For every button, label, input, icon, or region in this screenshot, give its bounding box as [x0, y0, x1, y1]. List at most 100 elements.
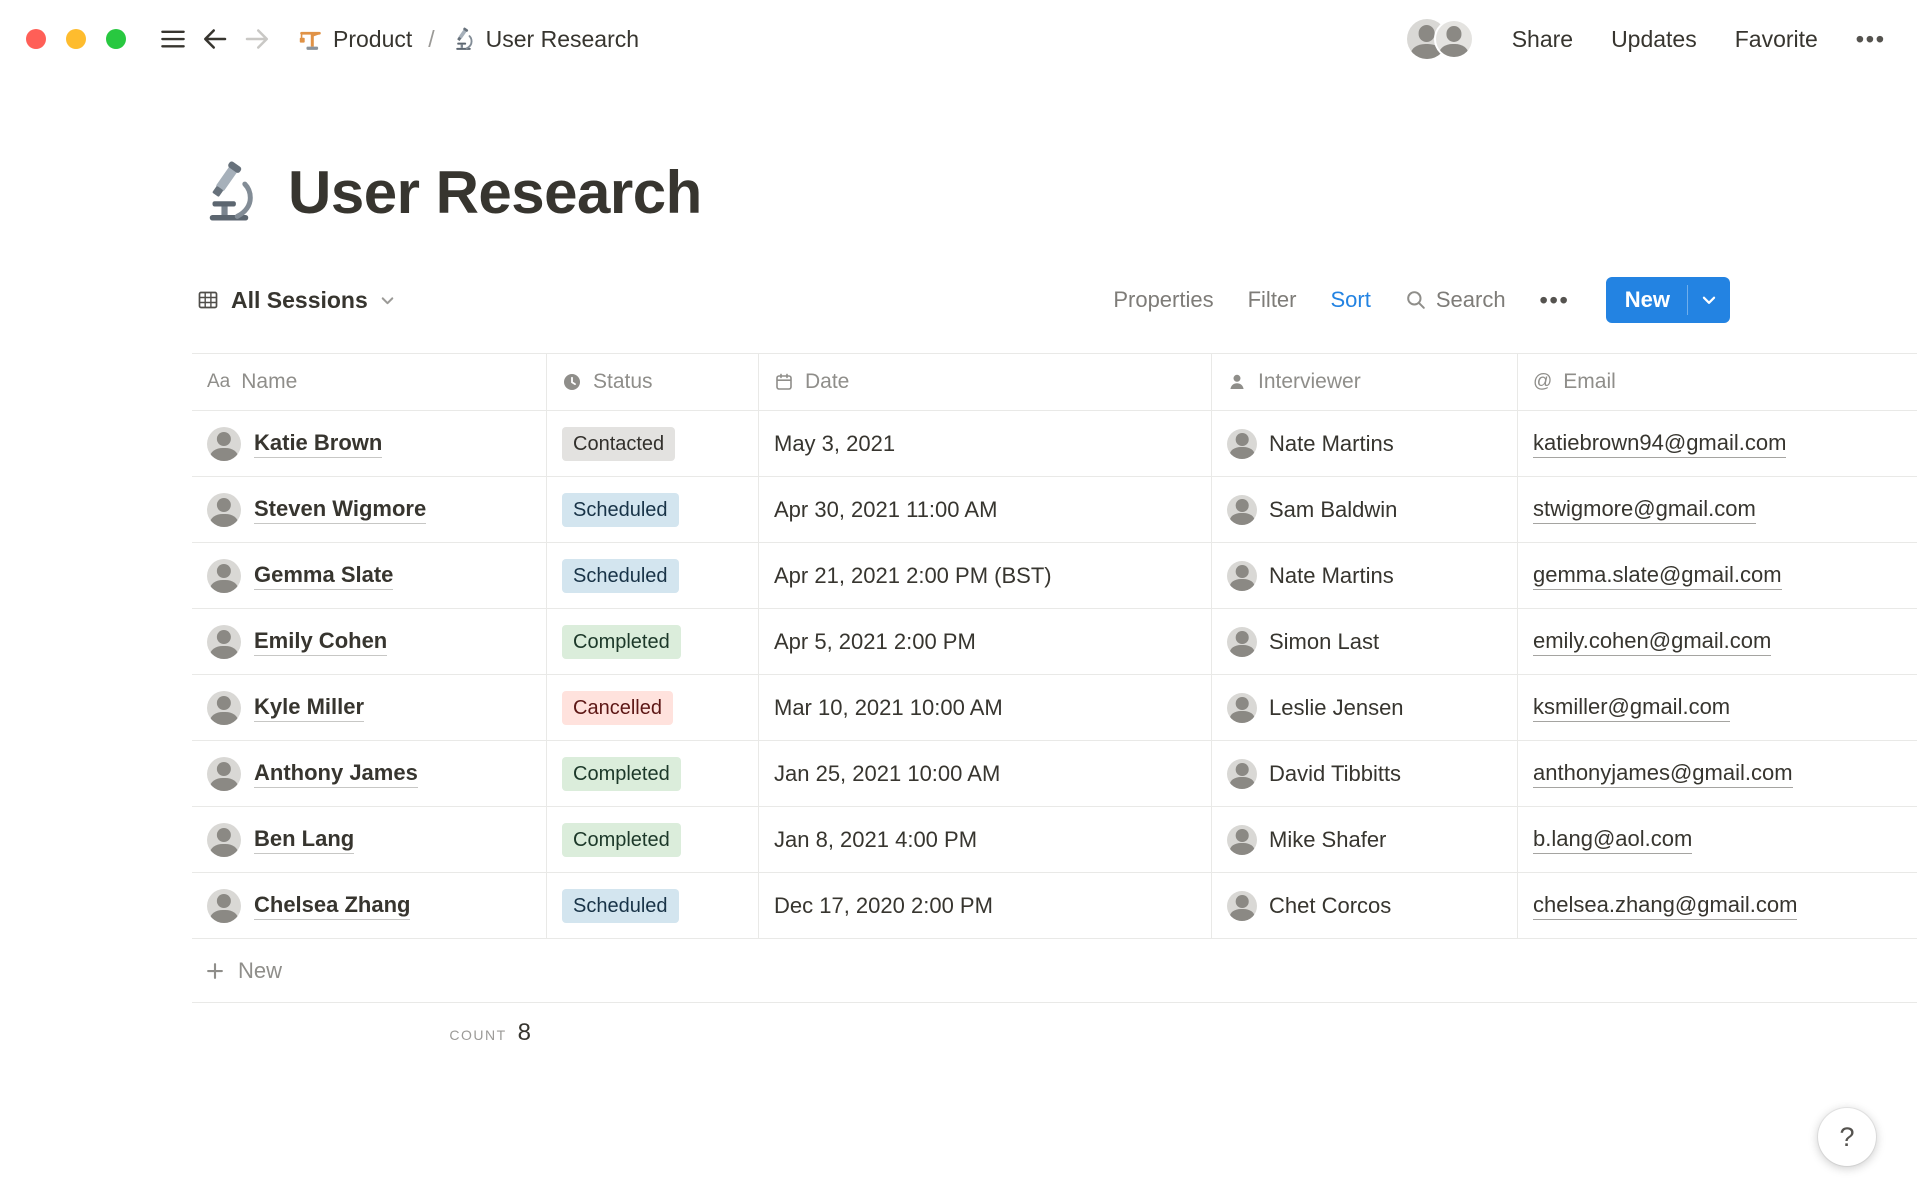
updates-button[interactable]: Updates	[1611, 26, 1697, 53]
email-link[interactable]: ksmiller@gmail.com	[1533, 694, 1731, 722]
count-footer[interactable]: COUNT 8	[192, 1003, 547, 1047]
view-switcher[interactable]: All Sessions	[188, 281, 404, 320]
email-link[interactable]: b.lang@aol.com	[1533, 826, 1693, 854]
share-button[interactable]: Share	[1512, 26, 1573, 53]
view-toolbar: All Sessions Properties Filter Sort Sear…	[188, 277, 1730, 323]
person-name-link[interactable]: Gemma Slate	[254, 562, 394, 590]
column-header-status[interactable]: Status	[547, 354, 759, 410]
new-dropdown-button[interactable]	[1688, 277, 1730, 323]
person-name-link[interactable]: Kyle Miller	[254, 694, 365, 722]
email-cell[interactable]: b.lang@aol.com	[1518, 807, 1917, 872]
email-cell[interactable]: stwigmore@gmail.com	[1518, 477, 1917, 542]
favorite-button[interactable]: Favorite	[1735, 26, 1818, 53]
view-more-button[interactable]: •••	[1540, 287, 1570, 314]
interviewer-cell[interactable]: Mike Shafer	[1212, 807, 1518, 872]
interviewer-cell[interactable]: Nate Martins	[1212, 543, 1518, 608]
minimize-window-button[interactable]	[66, 29, 86, 49]
new-row-button[interactable]: New	[192, 939, 1917, 1003]
microscope-icon[interactable]	[196, 160, 262, 226]
date-cell[interactable]: Apr 5, 2021 2:00 PM	[759, 609, 1212, 674]
date-cell[interactable]: Jan 25, 2021 10:00 AM	[759, 741, 1212, 806]
interviewer-cell[interactable]: Chet Corcos	[1212, 873, 1518, 938]
zoom-window-button[interactable]	[106, 29, 126, 49]
email-cell[interactable]: emily.cohen@gmail.com	[1518, 609, 1917, 674]
name-cell[interactable]: Anthony James	[192, 741, 547, 806]
at-icon: @	[1533, 371, 1553, 392]
sort-button[interactable]: Sort	[1331, 287, 1371, 313]
count-label: COUNT	[449, 1027, 507, 1043]
interviewer-cell[interactable]: Sam Baldwin	[1212, 477, 1518, 542]
close-window-button[interactable]	[26, 29, 46, 49]
email-cell[interactable]: katiebrown94@gmail.com	[1518, 411, 1917, 476]
date-cell[interactable]: Jan 8, 2021 4:00 PM	[759, 807, 1212, 872]
interviewer-cell[interactable]: David Tibbitts	[1212, 741, 1518, 806]
back-button[interactable]	[194, 18, 236, 60]
email-cell[interactable]: gemma.slate@gmail.com	[1518, 543, 1917, 608]
status-cell[interactable]: Completed	[547, 807, 759, 872]
date-cell[interactable]: Apr 30, 2021 11:00 AM	[759, 477, 1212, 542]
date-cell[interactable]: Dec 17, 2020 2:00 PM	[759, 873, 1212, 938]
email-link[interactable]: emily.cohen@gmail.com	[1533, 628, 1772, 656]
name-cell[interactable]: Kyle Miller	[192, 675, 547, 740]
status-cell[interactable]: Scheduled	[547, 873, 759, 938]
interviewer-name: Nate Martins	[1269, 562, 1394, 588]
person-name-link[interactable]: Steven Wigmore	[254, 496, 427, 524]
avatar	[1227, 428, 1257, 459]
breadcrumb-user-research[interactable]: User Research	[443, 21, 647, 58]
column-header-email[interactable]: @ Email	[1518, 354, 1917, 410]
interviewer-cell[interactable]: Leslie Jensen	[1212, 675, 1518, 740]
avatar	[1227, 890, 1257, 921]
column-header-interviewer[interactable]: Interviewer	[1212, 354, 1518, 410]
person-name-link[interactable]: Chelsea Zhang	[254, 892, 411, 920]
sidebar-toggle-button[interactable]	[152, 18, 194, 60]
status-badge: Scheduled	[562, 888, 679, 923]
status-cell[interactable]: Scheduled	[547, 477, 759, 542]
column-label: Status	[593, 370, 653, 393]
status-cell[interactable]: Scheduled	[547, 543, 759, 608]
email-cell[interactable]: ksmiller@gmail.com	[1518, 675, 1917, 740]
name-cell[interactable]: Gemma Slate	[192, 543, 547, 608]
email-link[interactable]: stwigmore@gmail.com	[1533, 496, 1756, 524]
name-cell[interactable]: Katie Brown	[192, 411, 547, 476]
forward-button[interactable]	[236, 18, 278, 60]
new-button[interactable]: New	[1606, 277, 1687, 323]
filter-button[interactable]: Filter	[1248, 287, 1297, 313]
status-badge: Scheduled	[562, 492, 679, 527]
interviewer-cell[interactable]: Nate Martins	[1212, 411, 1518, 476]
person-name-link[interactable]: Anthony James	[254, 760, 418, 788]
page-title: User Research	[288, 159, 702, 226]
status-cell[interactable]: Completed	[547, 741, 759, 806]
search-button[interactable]: Search	[1405, 287, 1506, 313]
name-cell[interactable]: Emily Cohen	[192, 609, 547, 674]
status-cell[interactable]: Contacted	[547, 411, 759, 476]
email-cell[interactable]: anthonyjames@gmail.com	[1518, 741, 1917, 806]
person-name-link[interactable]: Katie Brown	[254, 430, 383, 458]
avatar	[1227, 824, 1257, 855]
more-options-button[interactable]: •••	[1856, 26, 1886, 53]
email-link[interactable]: chelsea.zhang@gmail.com	[1533, 892, 1798, 920]
status-cell[interactable]: Completed	[547, 609, 759, 674]
person-name-link[interactable]: Ben Lang	[254, 826, 355, 854]
collaborator-avatars[interactable]	[1406, 19, 1474, 59]
breadcrumb-product[interactable]: Product	[290, 21, 420, 58]
help-button[interactable]: ?	[1818, 1108, 1876, 1166]
date-cell[interactable]: Apr 21, 2021 2:00 PM (BST)	[759, 543, 1212, 608]
date-cell[interactable]: May 3, 2021	[759, 411, 1212, 476]
column-header-date[interactable]: Date	[759, 354, 1212, 410]
email-link[interactable]: gemma.slate@gmail.com	[1533, 562, 1782, 590]
name-cell[interactable]: Chelsea Zhang	[192, 873, 547, 938]
column-header-name[interactable]: Aa Name	[192, 354, 547, 410]
email-link[interactable]: anthonyjames@gmail.com	[1533, 760, 1793, 788]
table-row: Kyle Miller Cancelled Mar 10, 2021 10:00…	[192, 675, 1917, 741]
interviewer-cell[interactable]: Simon Last	[1212, 609, 1518, 674]
date-cell[interactable]: Mar 10, 2021 10:00 AM	[759, 675, 1212, 740]
name-cell[interactable]: Ben Lang	[192, 807, 547, 872]
status-badge: Completed	[562, 822, 681, 857]
person-name-link[interactable]: Emily Cohen	[254, 628, 388, 656]
email-cell[interactable]: chelsea.zhang@gmail.com	[1518, 873, 1917, 938]
email-link[interactable]: katiebrown94@gmail.com	[1533, 430, 1787, 458]
status-property-icon	[562, 372, 582, 392]
name-cell[interactable]: Steven Wigmore	[192, 477, 547, 542]
status-cell[interactable]: Cancelled	[547, 675, 759, 740]
properties-button[interactable]: Properties	[1113, 287, 1213, 313]
